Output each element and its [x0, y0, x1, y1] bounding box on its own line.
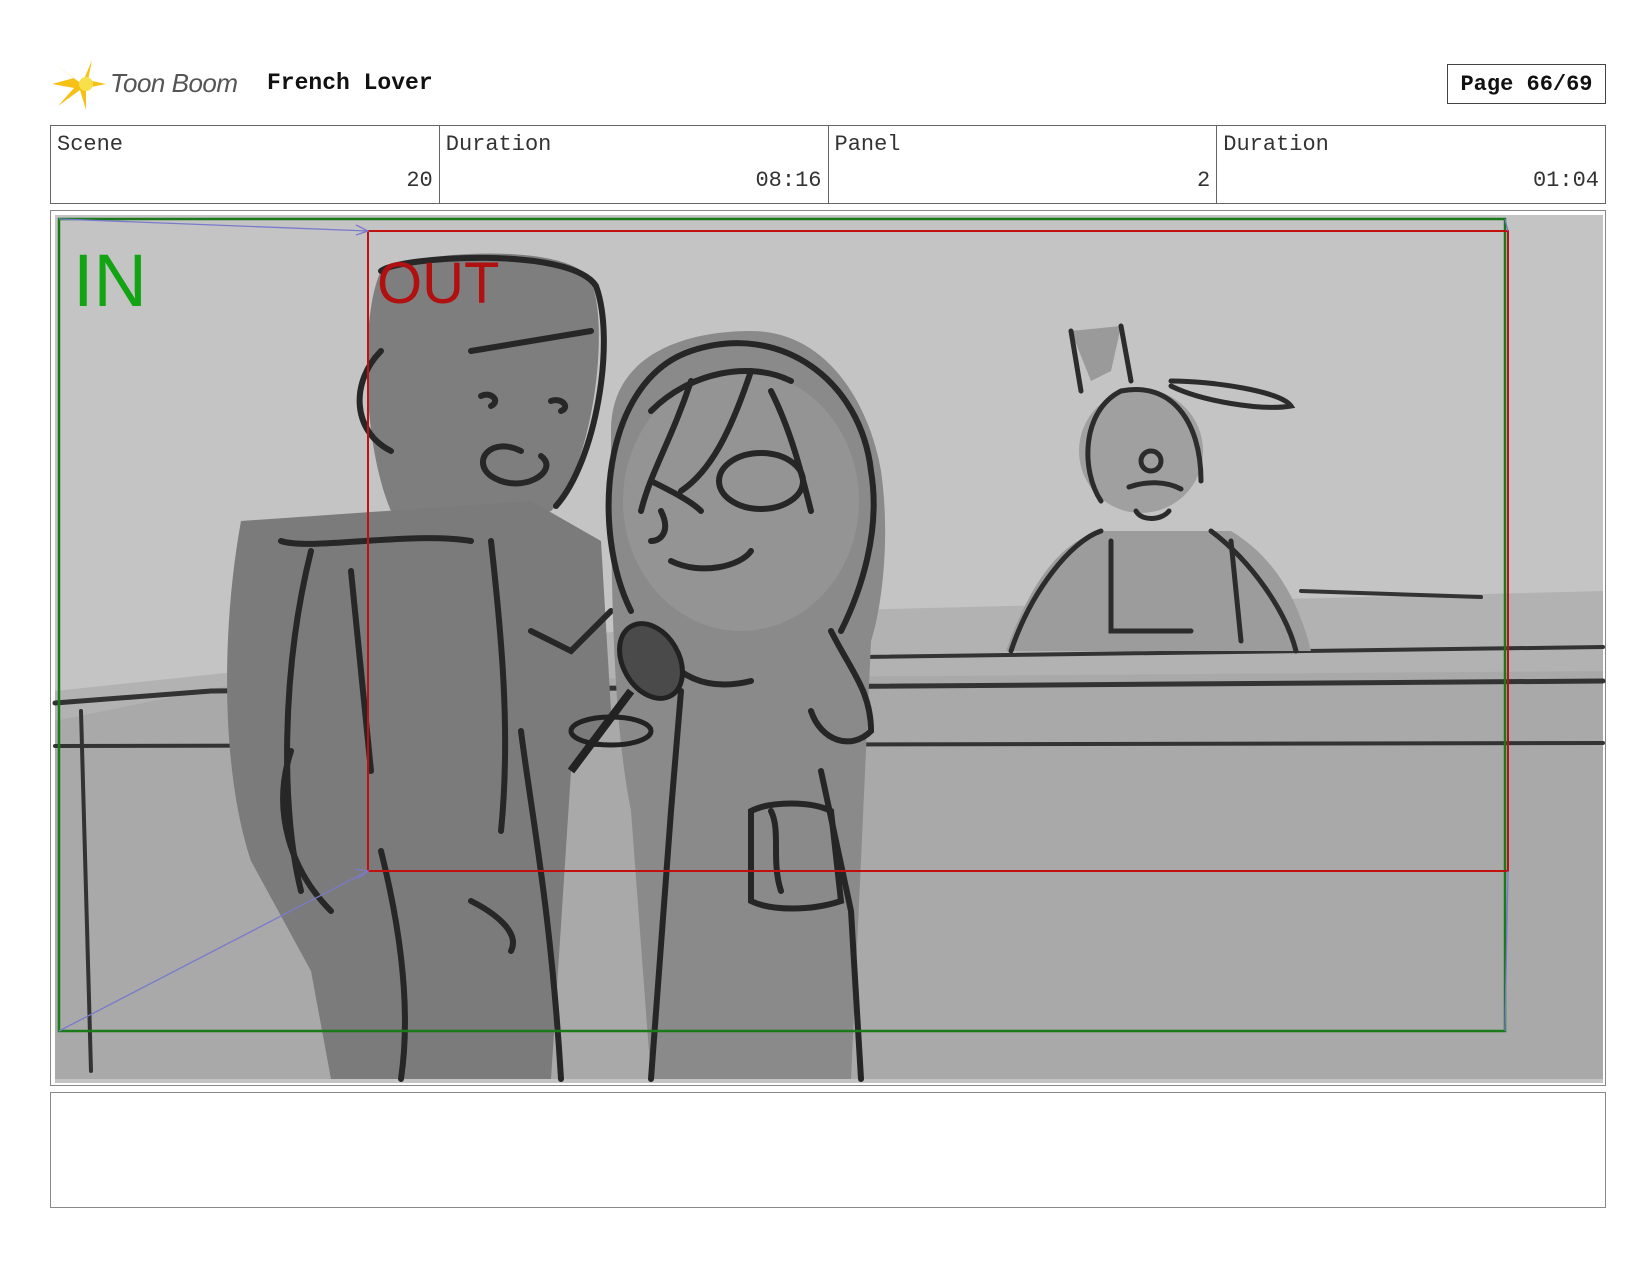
- storyboard-panel: IN OUT: [50, 210, 1606, 1086]
- panel-sketch: IN OUT: [52, 215, 1606, 1083]
- scene-duration-cell: Duration 08:16: [440, 126, 829, 203]
- starburst-icon: [52, 60, 106, 110]
- panel-notes-box[interactable]: [50, 1092, 1606, 1208]
- scene-cell: Scene 20: [51, 126, 440, 203]
- scene-value: 20: [406, 168, 433, 193]
- scene-duration-value: 08:16: [755, 168, 822, 193]
- scene-duration-label: Duration: [445, 132, 552, 157]
- logo-text: Toon Boom: [110, 68, 238, 98]
- panel-value: 2: [1197, 168, 1211, 193]
- document-title: French Lover: [267, 70, 433, 96]
- scene-info-table: Scene 20 Duration 08:16 Panel 2 Duration…: [50, 125, 1606, 204]
- page-indicator: Page 66/69: [1447, 64, 1606, 104]
- panel-label: Panel: [834, 132, 901, 157]
- panel-duration-value: 01:04: [1532, 168, 1599, 193]
- panel-cell: Panel 2: [829, 126, 1218, 203]
- toon-boom-logo: Toon Boom: [52, 58, 252, 110]
- panel-duration-label: Duration: [1223, 132, 1329, 157]
- scene-label: Scene: [57, 132, 124, 157]
- in-label: IN: [73, 239, 147, 322]
- out-label: OUT: [377, 251, 499, 316]
- panel-duration-cell: Duration 01:04: [1217, 126, 1605, 203]
